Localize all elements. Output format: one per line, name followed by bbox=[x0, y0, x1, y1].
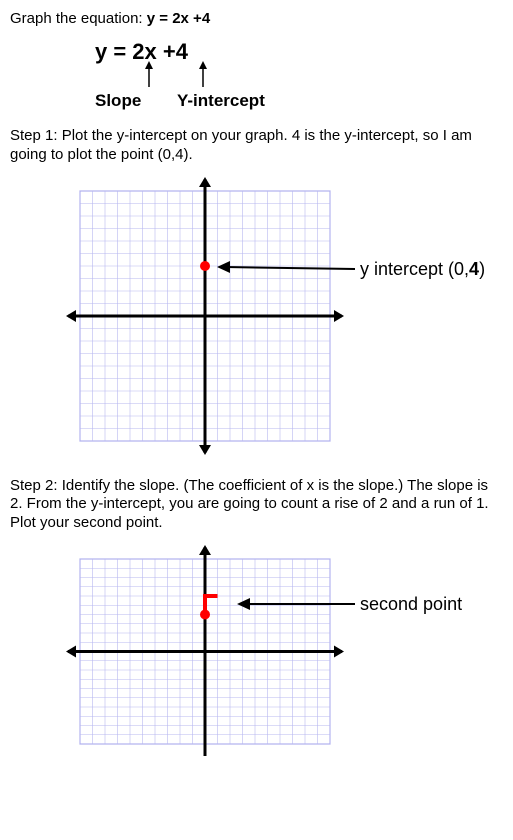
graph1: y intercept (0,4) bbox=[60, 171, 503, 465]
step2-text: Step 2: Identify the slope. (The coeffic… bbox=[10, 477, 503, 533]
title-line: Graph the equation: y = 2x +4 bbox=[10, 10, 503, 27]
title-equation: y = 2x +4 bbox=[147, 10, 210, 27]
graph2-callout-arrow bbox=[60, 539, 380, 764]
step1-text: Step 1: Plot the y-intercept on your gra… bbox=[10, 127, 503, 165]
prompt-text: Graph the equation: bbox=[10, 10, 147, 27]
graph1-callout-arrow bbox=[60, 171, 380, 461]
equation-annotated: y = 2x +4 Slope Y-intercept bbox=[95, 35, 503, 115]
yintercept-label: Y-intercept bbox=[177, 91, 265, 111]
graph2: second point bbox=[60, 539, 503, 768]
slope-label: Slope bbox=[95, 91, 141, 111]
